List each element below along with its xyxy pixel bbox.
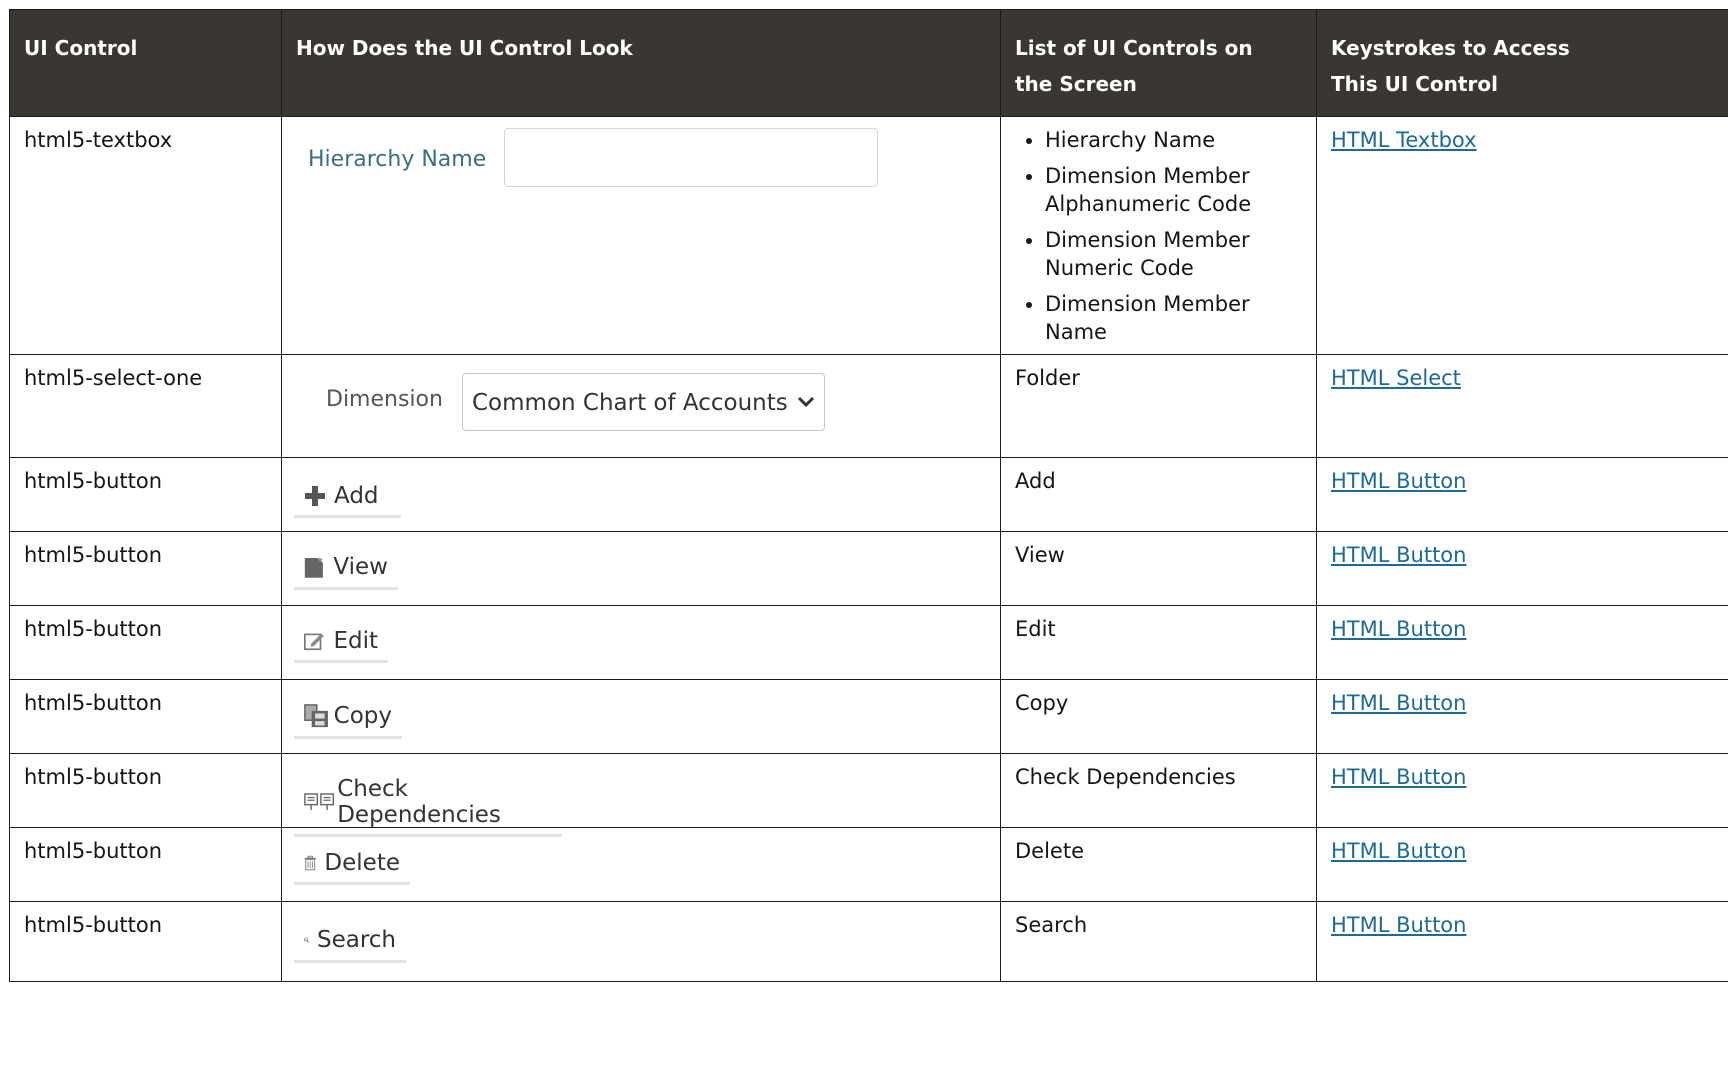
keystroke-cell: HTML Button bbox=[1316, 457, 1728, 532]
control-type: html5-select-one bbox=[9, 354, 282, 458]
html-button-link[interactable]: HTML Button bbox=[1331, 765, 1466, 789]
list-item: Dimension Member Alphanumeric Code bbox=[1045, 162, 1302, 218]
look-cell: Check Dependencies bbox=[281, 753, 1001, 837]
html-textbox-link[interactable]: HTML Textbox bbox=[1331, 128, 1477, 152]
table-row: html5-button Copy Copy HTML Button bbox=[9, 679, 1728, 754]
look-cell: Copy bbox=[281, 679, 1001, 754]
list-text: Check Dependencies bbox=[1000, 753, 1317, 828]
html-button-link[interactable]: HTML Button bbox=[1331, 469, 1466, 493]
chevron-down-icon bbox=[797, 396, 815, 408]
look-cell: Search bbox=[281, 901, 1001, 982]
html-button-link[interactable]: HTML Button bbox=[1331, 839, 1466, 863]
table-row: html5-button Edit Edit HTML Button bbox=[9, 605, 1728, 680]
copy-icon bbox=[304, 704, 328, 728]
look-cell: Add bbox=[281, 457, 1001, 532]
table-row: html5-button Delete Delete HTML Button bbox=[9, 827, 1728, 902]
list-text: Edit bbox=[1000, 605, 1317, 680]
control-type: html5-button bbox=[9, 679, 282, 754]
look-cell: Hierarchy Name bbox=[281, 116, 1001, 355]
look-cell: Dimension Common Chart of Accounts bbox=[281, 354, 1001, 458]
view-button[interactable]: View bbox=[294, 553, 398, 590]
list-text: Delete bbox=[1000, 827, 1317, 902]
edit-button-label: Edit bbox=[333, 628, 378, 654]
add-button[interactable]: Add bbox=[294, 483, 401, 518]
list-item: Dimension Member Name bbox=[1045, 290, 1302, 346]
delete-button[interactable]: Delete bbox=[294, 850, 410, 885]
view-button-label: View bbox=[333, 554, 388, 580]
table-row: html5-textbox Hierarchy Name Hierarchy N… bbox=[9, 116, 1728, 355]
control-type: html5-button bbox=[9, 901, 282, 982]
keystroke-cell: HTML Button bbox=[1316, 753, 1728, 828]
delete-button-label: Delete bbox=[324, 850, 400, 876]
control-type: html5-textbox bbox=[9, 116, 282, 355]
header-ui-control: UI Control bbox=[9, 9, 282, 117]
control-type: html5-button bbox=[9, 827, 282, 902]
list-text: View bbox=[1000, 531, 1317, 606]
table-row: html5-button Check Dependencies Check De… bbox=[9, 753, 1728, 837]
look-cell: View bbox=[281, 531, 1001, 606]
look-cell: Delete bbox=[281, 827, 1001, 902]
table-header-row: UI Control How Does the UI Control Look … bbox=[9, 9, 1728, 117]
control-type: html5-button bbox=[9, 753, 282, 828]
keystroke-cell: HTML Select bbox=[1316, 354, 1728, 458]
list-text: Copy bbox=[1000, 679, 1317, 754]
edit-button[interactable]: Edit bbox=[294, 628, 388, 663]
keystroke-cell: HTML Button bbox=[1316, 531, 1728, 606]
list-text: Add bbox=[1000, 457, 1317, 532]
header-keystrokes: Keystrokes to Access This UI Control bbox=[1316, 9, 1728, 117]
list-text: Folder bbox=[1000, 354, 1317, 458]
plus-icon bbox=[305, 486, 325, 506]
copy-button[interactable]: Copy bbox=[294, 702, 402, 739]
header-list: List of UI Controls on the Screen bbox=[1000, 9, 1317, 117]
keystroke-cell: HTML Button bbox=[1316, 605, 1728, 680]
control-type: html5-button bbox=[9, 605, 282, 680]
keystroke-cell: HTML Textbox bbox=[1316, 116, 1728, 355]
html-button-link[interactable]: HTML Button bbox=[1331, 691, 1466, 715]
trash-icon bbox=[304, 855, 316, 871]
control-type: html5-button bbox=[9, 531, 282, 606]
html-button-link[interactable]: HTML Button bbox=[1331, 617, 1466, 641]
list-cell: Hierarchy Name Dimension Member Alphanum… bbox=[1000, 116, 1317, 355]
list-item: Hierarchy Name bbox=[1045, 126, 1302, 154]
copy-button-label: Copy bbox=[333, 703, 392, 729]
header-look: How Does the UI Control Look bbox=[281, 9, 1001, 117]
add-button-label: Add bbox=[334, 483, 379, 509]
ui-controls-table: UI Control How Does the UI Control Look … bbox=[9, 9, 1728, 982]
dimension-select-value: Common Chart of Accounts bbox=[472, 390, 788, 416]
keystroke-cell: HTML Button bbox=[1316, 901, 1728, 982]
table-row: html5-select-one Dimension Common Chart … bbox=[9, 354, 1728, 458]
dimension-label: Dimension bbox=[326, 387, 443, 412]
hierarchy-name-label: Hierarchy Name bbox=[308, 147, 487, 172]
html-select-link[interactable]: HTML Select bbox=[1331, 366, 1461, 390]
table-row: html5-button Search Search HTML Button bbox=[9, 901, 1728, 982]
view-icon bbox=[304, 556, 323, 578]
hierarchy-name-textbox[interactable] bbox=[504, 128, 878, 187]
html-button-link[interactable]: HTML Button bbox=[1331, 543, 1466, 567]
dependencies-icon bbox=[304, 793, 335, 810]
search-button-label: Search bbox=[316, 927, 396, 953]
keystroke-cell: HTML Button bbox=[1316, 827, 1728, 902]
html-button-link[interactable]: HTML Button bbox=[1331, 913, 1466, 937]
dimension-select[interactable]: Common Chart of Accounts bbox=[462, 373, 825, 431]
keystroke-cell: HTML Button bbox=[1316, 679, 1728, 754]
list-text: Search bbox=[1000, 901, 1317, 982]
check-dependencies-button-label: Check Dependencies bbox=[337, 776, 501, 828]
search-button[interactable]: Search bbox=[294, 926, 406, 963]
table-row: html5-button View View HTML Button bbox=[9, 531, 1728, 606]
search-icon bbox=[304, 937, 309, 943]
control-type: html5-button bbox=[9, 457, 282, 532]
table-row: html5-button Add Add HTML Button bbox=[9, 457, 1728, 532]
list-item: Dimension Member Numeric Code bbox=[1045, 226, 1302, 282]
edit-icon bbox=[304, 633, 324, 651]
look-cell: Edit bbox=[281, 605, 1001, 680]
